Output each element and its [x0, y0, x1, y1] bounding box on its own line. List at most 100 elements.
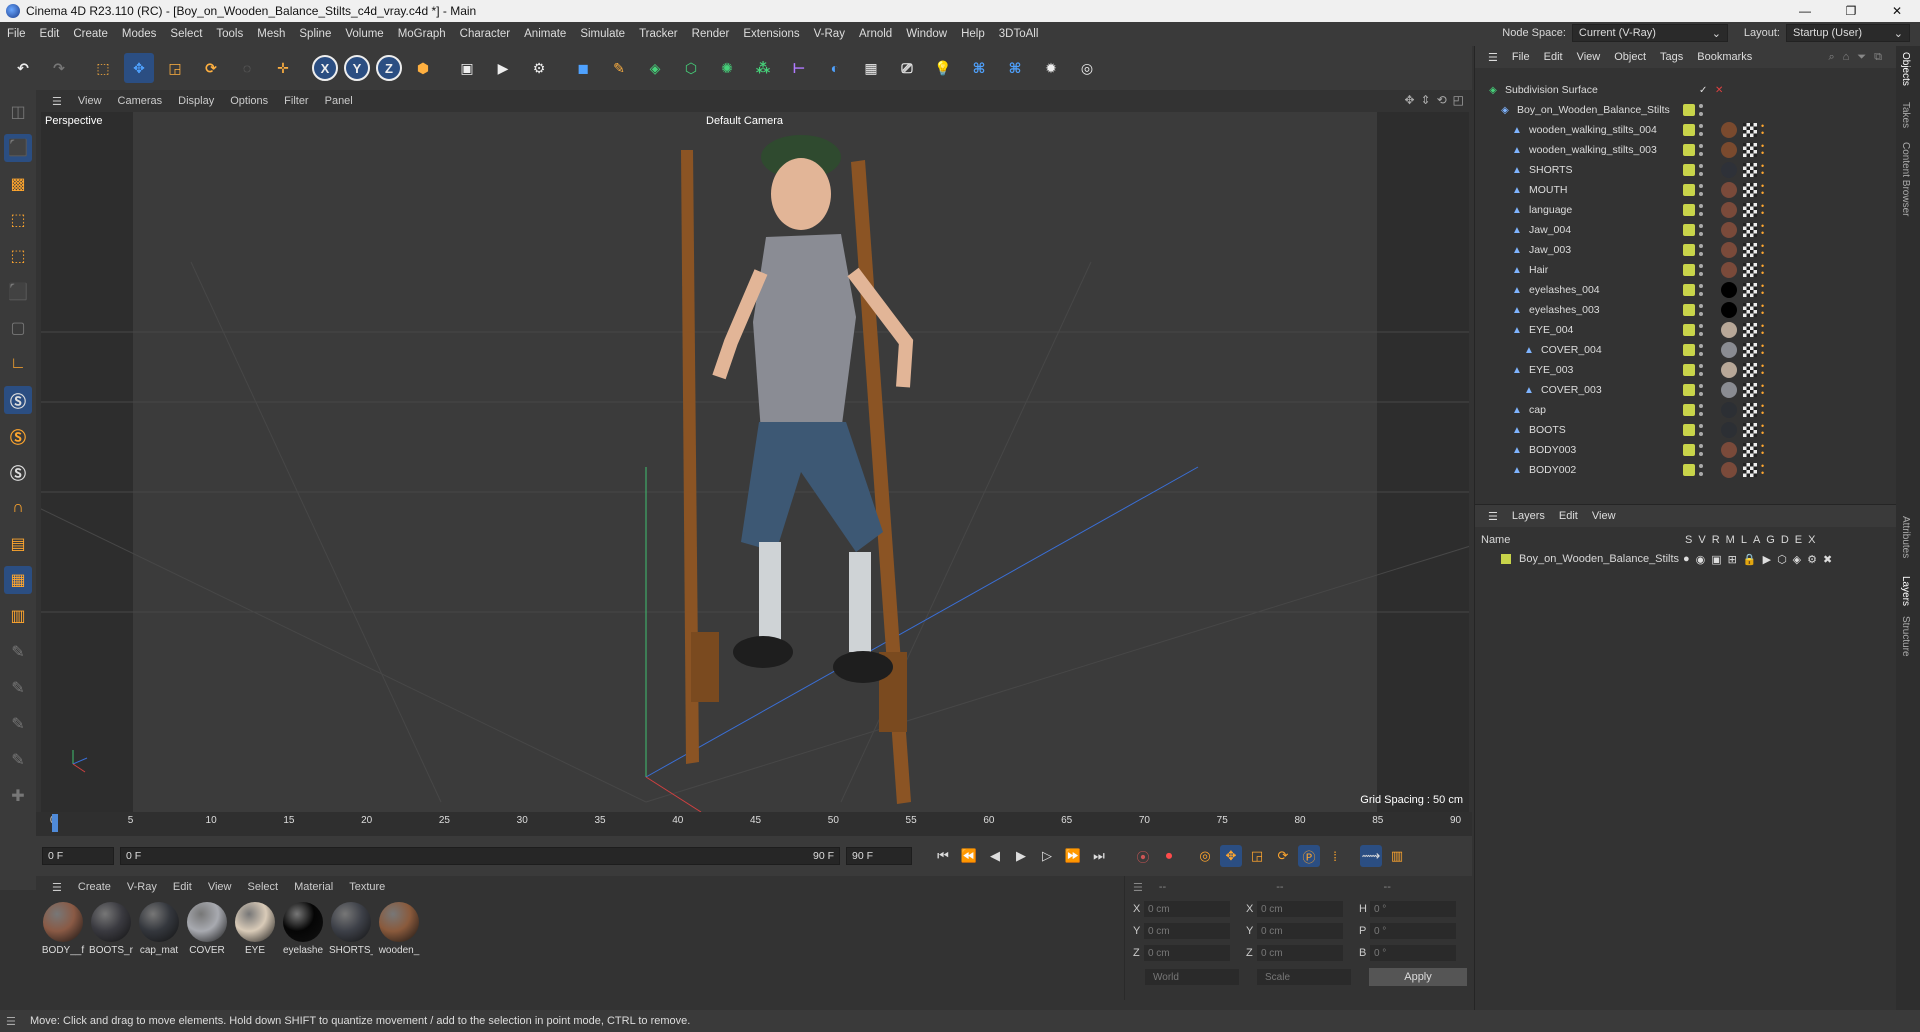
recent-tools-icon[interactable]: ◌	[232, 53, 262, 83]
material-tag-icon[interactable]	[1721, 282, 1737, 298]
sculpt-p-icon[interactable]: ✎	[4, 674, 32, 702]
uvw-tag-icon[interactable]	[1743, 283, 1757, 297]
generator-icon[interactable]: ⬡	[1777, 553, 1787, 566]
lock-icon[interactable]: 🔒	[1743, 553, 1757, 566]
z-axis-lock-button[interactable]: Z	[376, 55, 402, 81]
hamburger-icon[interactable]: ☰	[1481, 510, 1505, 523]
material-tag-icon[interactable]	[1721, 162, 1737, 178]
rotation-p-field[interactable]: 0 °	[1369, 923, 1456, 939]
tab-objects[interactable]: Objects	[1900, 52, 1911, 86]
manager-icon[interactable]: ⊞	[1728, 553, 1737, 566]
uvw-tag-icon[interactable]	[1743, 443, 1757, 457]
visibility-dots-icon[interactable]	[1699, 424, 1703, 436]
menu-simulate[interactable]: Simulate	[573, 28, 632, 40]
menu-select[interactable]: Select	[163, 28, 209, 40]
move-tool-icon[interactable]: ✥	[124, 53, 154, 83]
points-mode-icon[interactable]: ⬚	[4, 206, 32, 234]
layer-color-indicator[interactable]	[1683, 424, 1695, 436]
deformer-icon[interactable]: ◈	[1793, 553, 1801, 566]
texture-mode-icon[interactable]: ▩	[4, 170, 32, 198]
hamburger-icon[interactable]: ☰	[6, 1015, 16, 1028]
objects-menu-object[interactable]: Object	[1607, 51, 1653, 63]
toggle-layout-icon[interactable]: ◰	[1453, 93, 1464, 107]
workplane-icon[interactable]: ▤	[4, 530, 32, 558]
objects-menu-tags[interactable]: Tags	[1653, 51, 1690, 63]
python-script-icon[interactable]: ⌘	[1000, 53, 1030, 83]
layer-color-indicator[interactable]	[1683, 164, 1695, 176]
dope-sheet-icon[interactable]: ▥	[1386, 845, 1408, 867]
viewport-menu-view[interactable]: View	[70, 95, 110, 107]
current-frame-field[interactable]: 0 F	[42, 847, 114, 865]
layer-color-indicator[interactable]	[1683, 124, 1695, 136]
camera-icon[interactable]: ⎚	[892, 53, 922, 83]
menu-mesh[interactable]: Mesh	[250, 28, 292, 40]
position-y-field[interactable]: 0 cm	[1143, 923, 1230, 939]
object-row[interactable]: ▲ wooden_walking_stilts_003 • •	[1475, 140, 1897, 160]
menu-spline[interactable]: Spline	[292, 28, 338, 40]
tab-attributes[interactable]: Attributes	[1900, 516, 1911, 558]
visibility-dots-icon[interactable]	[1699, 444, 1703, 456]
selection-tag-icon[interactable]: • •	[1761, 462, 1769, 478]
visibility-dots-icon[interactable]	[1699, 284, 1703, 296]
object-row[interactable]: ▲ Hair • •	[1475, 260, 1897, 280]
selection-tag-icon[interactable]: • •	[1761, 282, 1769, 298]
material-tag-icon[interactable]	[1721, 242, 1737, 258]
subdivision-surface-icon[interactable]: ◈	[640, 53, 670, 83]
render-settings-icon[interactable]: ⚙	[524, 53, 554, 83]
object-row[interactable]: ▲ eyelashes_004 • •	[1475, 280, 1897, 300]
material-tag-icon[interactable]	[1721, 262, 1737, 278]
material-tag-icon[interactable]	[1721, 182, 1737, 198]
position-z-field[interactable]: 0 cm	[1143, 945, 1230, 961]
field-icon[interactable]: ◐	[820, 53, 850, 83]
selection-tag-icon[interactable]: • •	[1761, 222, 1769, 238]
menu-arnold[interactable]: Arnold	[852, 28, 899, 40]
perspective-viewport[interactable]: Perspective Default Camera Grid Spacing …	[41, 112, 1469, 812]
vray-settings-icon[interactable]: ✹	[1036, 53, 1066, 83]
viewport-menu-cameras[interactable]: Cameras	[110, 95, 171, 107]
object-row[interactable]: ▲ COVER_004 • •	[1475, 340, 1897, 360]
axis-mode-icon[interactable]: ∟	[4, 350, 32, 378]
y-axis-lock-button[interactable]: Y	[344, 55, 370, 81]
node-space-dropdown[interactable]: Current (V-Ray) ⌄	[1571, 24, 1728, 42]
snap-settings-icon[interactable]: Ⓢ	[4, 422, 32, 450]
model-mode-icon[interactable]: ⬛	[4, 134, 32, 162]
material-tag-icon[interactable]	[1721, 222, 1737, 238]
go-to-end-icon[interactable]: ⏭	[1088, 845, 1110, 867]
layers-menu-view[interactable]: View	[1585, 510, 1623, 522]
tab-takes[interactable]: Takes	[1900, 102, 1911, 128]
xref-icon[interactable]: ✖	[1823, 553, 1832, 566]
menu-edit[interactable]: Edit	[33, 28, 67, 40]
menu-tracker[interactable]: Tracker	[632, 28, 685, 40]
material-tag-icon[interactable]	[1721, 442, 1737, 458]
new-window-icon[interactable]: ⧉	[1874, 51, 1882, 64]
visibility-dots-icon[interactable]	[1699, 364, 1703, 376]
layer-color-indicator[interactable]	[1683, 404, 1695, 416]
menu-file[interactable]: File	[0, 28, 33, 40]
selection-tag-icon[interactable]: • •	[1761, 182, 1769, 198]
array-icon[interactable]: ✺	[712, 53, 742, 83]
home-icon[interactable]: ⌂	[1843, 51, 1850, 64]
selection-tag-icon[interactable]: • •	[1761, 322, 1769, 338]
tab-structure[interactable]: Structure	[1900, 616, 1911, 657]
position-x-field[interactable]: 0 cm	[1143, 901, 1230, 917]
uvw-tag-icon[interactable]	[1743, 143, 1757, 157]
object-row[interactable]: ◈ Subdivision Surface ✓ ✕	[1475, 80, 1897, 100]
menu-modes[interactable]: Modes	[115, 28, 164, 40]
selection-tag-icon[interactable]: • •	[1761, 402, 1769, 418]
sculpt-plus-icon[interactable]: ✚	[4, 782, 32, 810]
layers-menu-layers[interactable]: Layers	[1505, 510, 1552, 522]
uvw-tag-icon[interactable]	[1743, 203, 1757, 217]
selection-tag-icon[interactable]: • •	[1761, 262, 1769, 278]
disabled-x-icon[interactable]: ✕	[1715, 85, 1723, 96]
object-row[interactable]: ▲ BODY003 • •	[1475, 440, 1897, 460]
layer-color-indicator[interactable]	[1683, 304, 1695, 316]
redo-icon[interactable]: ↷	[44, 53, 74, 83]
material-swatch[interactable]: EYE	[233, 902, 277, 960]
filter-icon[interactable]: ⏷	[1857, 51, 1866, 64]
light-icon[interactable]: 💡	[928, 53, 958, 83]
material-tag-icon[interactable]	[1721, 402, 1737, 418]
tab-content-browser[interactable]: Content Browser	[1900, 142, 1911, 216]
menu-tools[interactable]: Tools	[209, 28, 250, 40]
edges-mode-icon[interactable]: ⬚	[4, 242, 32, 270]
layer-color-indicator[interactable]	[1683, 444, 1695, 456]
